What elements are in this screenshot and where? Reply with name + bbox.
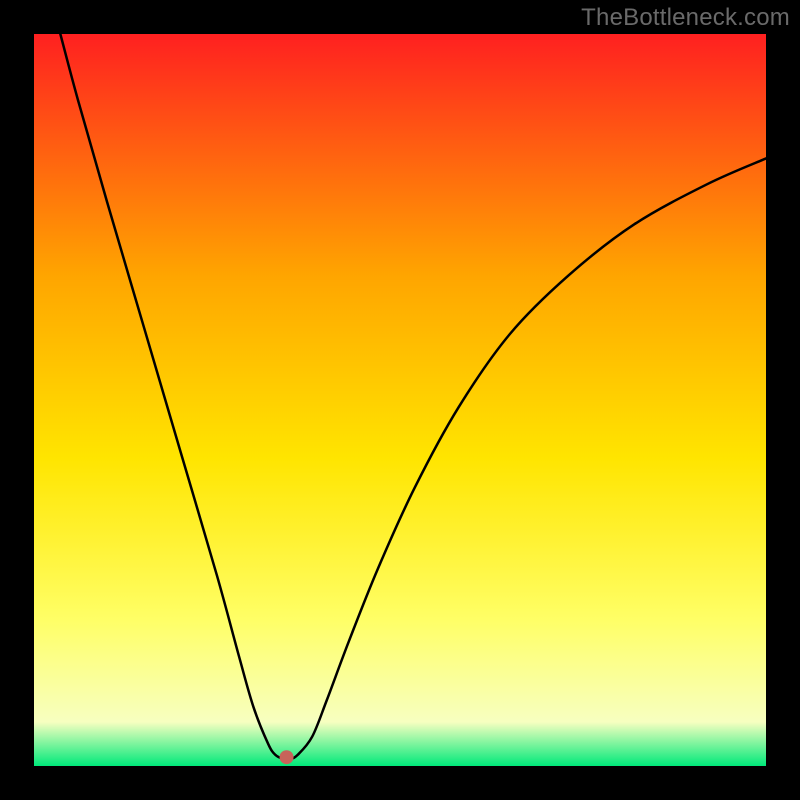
chart-frame: TheBottleneck.com <box>0 0 800 800</box>
watermark-text: TheBottleneck.com <box>581 4 790 32</box>
bottleneck-chart <box>0 0 800 800</box>
plot-background <box>34 34 766 766</box>
optimal-point-marker <box>280 750 294 764</box>
